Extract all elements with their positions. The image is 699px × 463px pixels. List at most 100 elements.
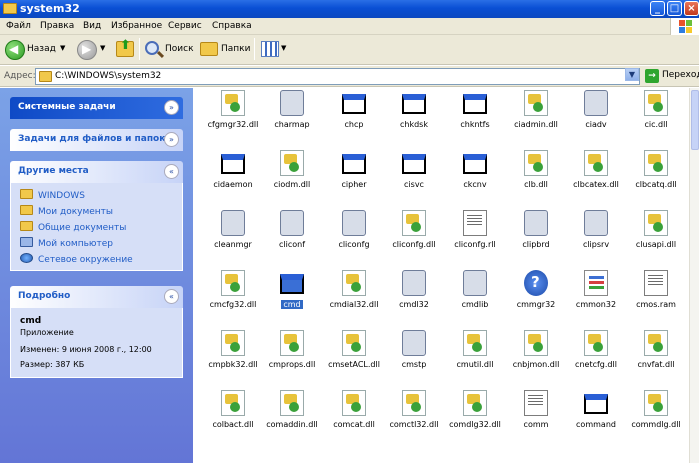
file-name: cmdl32 xyxy=(399,300,429,309)
place-my-documents[interactable]: Мои документы xyxy=(20,205,113,217)
file-item[interactable]: cnetcfg.dll xyxy=(564,328,624,384)
file-item[interactable]: clbcatex.dll xyxy=(564,148,624,204)
file-item[interactable]: comaddin.dll xyxy=(260,388,320,444)
file-name: cliconfg xyxy=(338,240,370,249)
place-shared-documents[interactable]: Общие документы xyxy=(20,221,126,233)
file-item[interactable]: cliconfg.rll xyxy=(443,208,503,264)
file-item[interactable]: cmdlib xyxy=(443,268,503,324)
menu-edit[interactable]: Правка xyxy=(40,21,74,31)
file-item[interactable]: comdlg32.dll xyxy=(443,388,503,444)
file-item[interactable]: cnvfat.dll xyxy=(624,328,684,384)
file-item[interactable]: clipsrv xyxy=(564,208,624,264)
collapse-chevron-icon[interactable]: « xyxy=(164,289,179,304)
file-tasks-panel[interactable]: Задачи для файлов и папок » xyxy=(10,129,183,151)
menu-tools[interactable]: Сервис xyxy=(168,21,202,31)
file-item[interactable]: ciadv xyxy=(564,88,624,144)
file-item[interactable]: cmdial32.dll xyxy=(322,268,382,324)
file-name: cmos.ram xyxy=(636,300,676,309)
file-item[interactable]: command xyxy=(564,388,624,444)
menu-help[interactable]: Справка xyxy=(212,21,252,31)
details-panel[interactable]: Подробно « xyxy=(10,286,183,308)
file-item[interactable]: cmdl32 xyxy=(382,268,442,324)
file-item[interactable]: cmprops.dll xyxy=(260,328,320,384)
place-my-computer[interactable]: Мой компьютер xyxy=(20,237,113,249)
expand-chevron-icon[interactable]: » xyxy=(164,132,179,147)
file-item[interactable]: clusapi.dll xyxy=(624,208,684,264)
file-name: cmmgr32 xyxy=(516,300,556,309)
details-name: cmd xyxy=(20,316,42,326)
file-item[interactable]: ckcnv xyxy=(443,148,503,204)
file-item[interactable]: clbcatq.dll xyxy=(624,148,684,204)
file-item[interactable]: ciadmin.dll xyxy=(504,88,564,144)
file-item[interactable]: cliconfg xyxy=(322,208,382,264)
system-tasks-panel[interactable]: Системные задачи » xyxy=(10,97,183,119)
place-network[interactable]: Сетевое окружение xyxy=(20,253,133,265)
file-item[interactable]: cmcfg32.dll xyxy=(201,268,261,324)
file-item[interactable]: clb.dll xyxy=(504,148,564,204)
dll-icon xyxy=(402,390,426,416)
address-input[interactable]: C:\WINDOWS\system32 xyxy=(35,68,640,85)
console-app-icon xyxy=(221,154,245,174)
ciadv-icon xyxy=(584,90,608,116)
file-item[interactable]: cliconf xyxy=(260,208,320,264)
file-item[interactable]: commdlg.dll xyxy=(624,388,684,444)
file-item[interactable]: cfgmgr32.dll xyxy=(201,88,261,144)
chevron-down-icon[interactable]: ▼ xyxy=(281,44,286,52)
cmdlib-icon xyxy=(463,270,487,296)
minimize-button[interactable]: _ xyxy=(650,1,665,16)
file-item[interactable]: cmutil.dll xyxy=(443,328,503,384)
address-path[interactable]: C:\WINDOWS\system32 xyxy=(55,71,161,81)
collapse-chevron-icon[interactable]: « xyxy=(164,164,179,179)
file-item[interactable]: chcp xyxy=(322,88,382,144)
details-size: Размер: 387 КБ xyxy=(20,360,85,369)
chevron-down-icon[interactable]: ▼ xyxy=(60,44,65,52)
other-places-panel[interactable]: Другие места « xyxy=(10,161,183,183)
file-item[interactable]: comcat.dll xyxy=(322,388,382,444)
scrollbar-thumb[interactable] xyxy=(691,90,699,150)
file-name: cnvfat.dll xyxy=(637,360,675,369)
dll-icon xyxy=(221,390,245,416)
file-item[interactable]: cmos.ram xyxy=(624,268,684,324)
file-item[interactable]: cmmgr32 xyxy=(504,268,564,324)
file-item[interactable]: cic.dll xyxy=(624,88,684,144)
chevron-down-icon[interactable]: ▼ xyxy=(100,44,105,52)
file-item[interactable]: cmpbk32.dll xyxy=(201,328,261,384)
file-item[interactable]: chkntfs xyxy=(443,88,503,144)
file-item[interactable]: cnbjmon.dll xyxy=(504,328,564,384)
file-item[interactable]: cisvc xyxy=(382,148,442,204)
place-windows[interactable]: WINDOWS xyxy=(20,189,85,201)
file-item[interactable]: cipher xyxy=(322,148,382,204)
file-item[interactable]: colbact.dll xyxy=(201,388,261,444)
maximize-button[interactable]: □ xyxy=(667,1,682,16)
file-item[interactable]: comctl32.dll xyxy=(382,388,442,444)
file-item[interactable]: comm xyxy=(504,388,564,444)
file-item[interactable]: cmsetACL.dll xyxy=(322,328,382,384)
expand-chevron-icon[interactable]: » xyxy=(164,100,179,115)
file-name: clipbrd xyxy=(522,240,550,249)
file-name: cliconf xyxy=(278,240,306,249)
dll-icon xyxy=(584,150,608,176)
menu-bar: Файл Правка Вид Избранное Сервис Справка xyxy=(0,18,699,35)
menu-view[interactable]: Вид xyxy=(83,21,101,31)
file-item[interactable]: cmmon32 xyxy=(564,268,624,324)
file-item[interactable]: charmap xyxy=(260,88,320,144)
file-item[interactable]: chkdsk xyxy=(382,88,442,144)
console-app-icon xyxy=(342,94,366,114)
file-item[interactable]: cidaemon xyxy=(201,148,261,204)
file-item[interactable]: cmstp xyxy=(382,328,442,384)
file-item[interactable]: ciodm.dll xyxy=(260,148,320,204)
vertical-scrollbar[interactable] xyxy=(689,88,699,463)
folder-icon xyxy=(3,3,17,14)
close-button[interactable]: × xyxy=(684,1,699,16)
file-item[interactable]: cmd xyxy=(260,268,320,324)
file-name: clusapi.dll xyxy=(635,240,677,249)
file-item[interactable]: cleanmgr xyxy=(201,208,261,264)
address-dropdown-button[interactable]: ▼ xyxy=(625,68,639,81)
file-item[interactable]: cliconfg.dll xyxy=(382,208,442,264)
menu-favorites[interactable]: Избранное xyxy=(111,21,162,31)
windows-logo-icon xyxy=(670,18,699,35)
file-item[interactable]: clipbrd xyxy=(504,208,564,264)
menu-file[interactable]: Файл xyxy=(6,21,31,31)
file-name: cmdial32.dll xyxy=(329,300,379,309)
dll-icon xyxy=(463,390,487,416)
